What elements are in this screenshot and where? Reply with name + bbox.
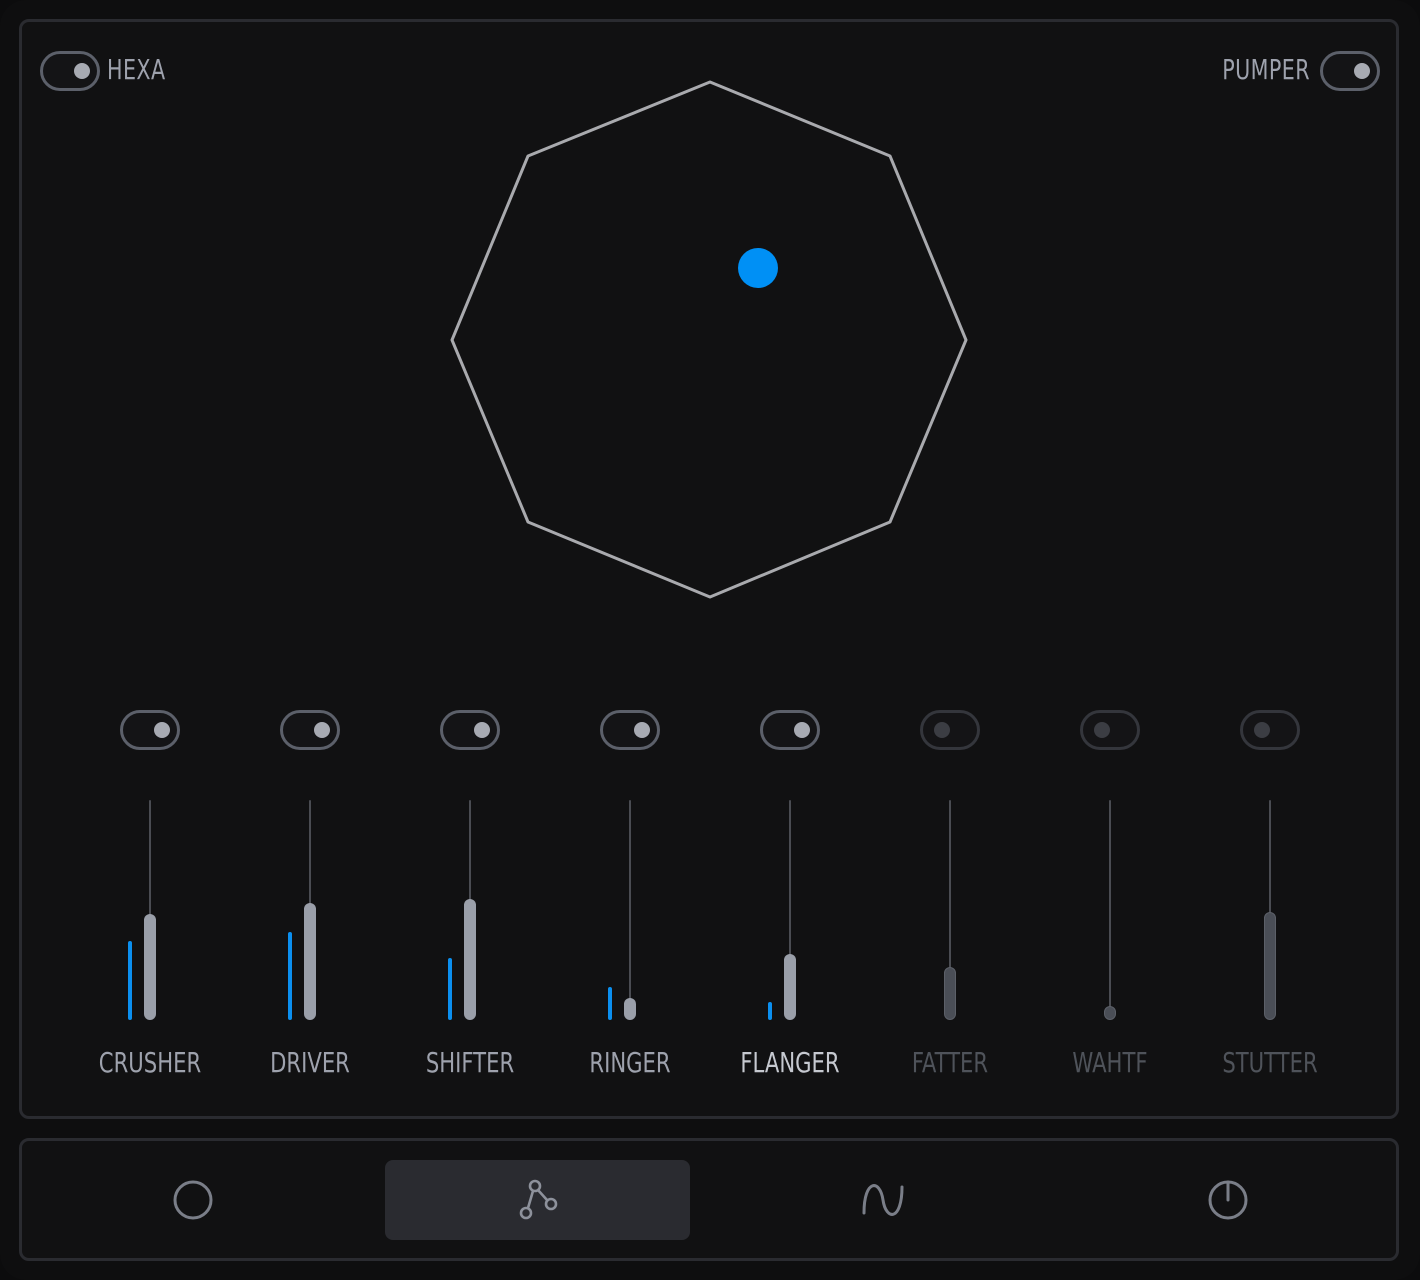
channel-label: CRUSHER [98,1046,202,1079]
toggle-knob [1094,722,1110,738]
power-icon [1208,1180,1247,1220]
fader-level-bar[interactable] [464,899,476,1020]
toggle-knob [634,722,650,738]
channel-enable-toggle[interactable] [1240,710,1300,750]
channel-label: RINGER [589,1046,671,1079]
channel-enable-toggle[interactable] [600,710,660,750]
level-meter [288,932,292,1020]
nav-power-button[interactable] [1075,1160,1380,1240]
toggle-knob [154,722,170,738]
channel-label: WAHTF [1072,1046,1148,1079]
app-window: HEXA PUMPER CRUSHER DRIVER SHIFTER RINGER FL… [0,0,1420,1280]
fader-level-bar[interactable] [1104,1006,1116,1020]
toggle-knob [794,722,810,738]
channel-label: STUTTER [1222,1046,1318,1079]
toggle-knob [314,722,330,738]
channel-enable-toggle[interactable] [1080,710,1140,750]
nodes-icon [519,1179,557,1220]
nav-circle-button[interactable] [40,1160,345,1240]
fader-level-bar[interactable] [944,967,956,1020]
channel-label: DRIVER [270,1046,350,1079]
nav-nodes-button[interactable] [385,1160,690,1240]
channel-label: SHIFTER [425,1046,515,1079]
fader-level-bar[interactable] [1264,912,1276,1020]
channel-enable-toggle[interactable] [280,710,340,750]
channel-label: FATTER [911,1046,989,1079]
level-meter [128,940,132,1020]
channel-enable-toggle[interactable] [440,710,500,750]
xy-pad[interactable] [0,0,1420,700]
toggle-knob [1254,722,1270,738]
nav-wave-button[interactable] [730,1160,1035,1240]
fader-level-bar[interactable] [304,903,316,1020]
toggle-knob [934,722,950,738]
fader-level-bar[interactable] [784,954,796,1020]
octagon-pad-outline [450,80,968,599]
fader-track[interactable] [629,800,631,1020]
fader-level-bar[interactable] [144,914,156,1020]
toggle-knob [474,722,490,738]
sine-wave-icon [862,1184,903,1216]
channel-enable-toggle[interactable] [120,710,180,750]
xy-pad-handle[interactable] [738,248,778,288]
level-meter [448,958,452,1020]
circle-icon [173,1180,212,1220]
channel-enable-toggle[interactable] [920,710,980,750]
level-meter [608,987,612,1020]
fader-level-bar[interactable] [624,998,636,1020]
fader-track[interactable] [1109,800,1111,1020]
channel-enable-toggle[interactable] [760,710,820,750]
level-meter [768,1002,772,1020]
channel-label: FLANGER [740,1046,840,1079]
